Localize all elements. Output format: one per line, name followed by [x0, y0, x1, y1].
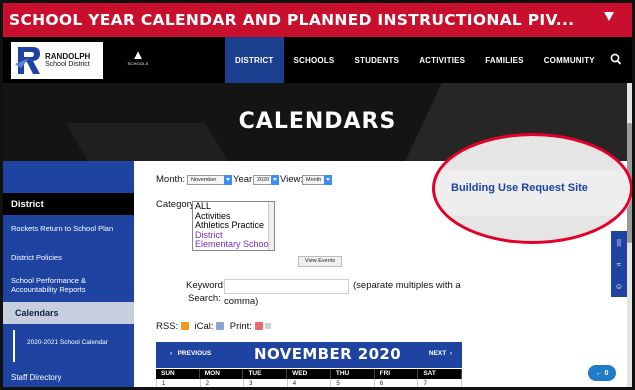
- calendar-prev-button[interactable]: ‹ PREVIOUS: [170, 350, 211, 357]
- calendar-day-cell[interactable]: 3: [244, 379, 288, 387]
- page-title: CALENDARS: [238, 109, 397, 134]
- highlight-circle: [432, 133, 632, 244]
- weekday-header: WED: [287, 369, 331, 379]
- year-select-value: 2020: [257, 177, 270, 183]
- nav-district[interactable]: DISTRICT: [225, 37, 284, 83]
- translate-widget-button[interactable]: ← 0: [588, 365, 616, 381]
- sidebar-subitem-school-calendar[interactable]: 2020-2021 School Calendar: [13, 330, 134, 362]
- side-tab-people-icon[interactable]: ☺: [611, 275, 627, 297]
- keyword-label: Keyword: [186, 280, 223, 291]
- nav-community[interactable]: COMMUNITY: [534, 37, 605, 83]
- calendar-day-cell[interactable]: 1: [157, 379, 201, 387]
- chevron-down-icon[interactable]: [604, 12, 614, 21]
- calendar-icon[interactable]: [216, 322, 225, 331]
- side-tab-news-icon[interactable]: ≈: [611, 253, 627, 275]
- schools-menu-label: SCHOOLS: [127, 61, 149, 66]
- month-select[interactable]: November: [187, 175, 232, 185]
- calendar-day-cell[interactable]: 2: [201, 379, 245, 387]
- print-icon[interactable]: [254, 322, 263, 331]
- category-listbox[interactable]: ALL Activities Athletics Practice Distri…: [192, 201, 275, 251]
- rss-icon[interactable]: [180, 322, 189, 331]
- rocket-r-logo-icon: [15, 44, 41, 77]
- calendar-day-cell[interactable]: 5: [331, 379, 375, 387]
- view-select-value: Month: [306, 177, 322, 183]
- month-select-value: November: [191, 177, 217, 183]
- dropdown-arrow-icon: [224, 175, 232, 185]
- weekday-header: SUN: [156, 369, 200, 379]
- sidebar-item-calendars[interactable]: Calendars: [3, 302, 134, 324]
- calendar-month-title: NOVEMBER 2020: [254, 345, 402, 363]
- dropdown-arrow-icon: [271, 175, 279, 185]
- category-option[interactable]: Elementary School: [195, 239, 274, 250]
- sidebar-item-rockets-return[interactable]: Rockets Return to School Plan: [11, 224, 131, 233]
- year-select[interactable]: 2020: [253, 175, 279, 185]
- search-label: Search:: [188, 293, 221, 304]
- main-nav: DISTRICT SCHOOLS STUDENTS ACTIVITIES FAM…: [225, 37, 605, 83]
- sidebar-subitem-label: 2020-2021 School Calendar: [27, 339, 108, 346]
- calendar-day-cell[interactable]: 7: [418, 379, 463, 387]
- month-label: Month:: [156, 174, 186, 185]
- side-tab-chart-icon[interactable]: ||: [611, 231, 627, 253]
- feeds-row: RSS: iCal: Print:: [156, 321, 272, 332]
- nav-families[interactable]: FAMILIES: [475, 37, 534, 83]
- listbox-scrollbar[interactable]: [268, 202, 274, 250]
- district-logo[interactable]: RANDOLPH School District: [11, 42, 103, 79]
- calendar-next-label: NEXT: [428, 350, 447, 357]
- calendar-next-button[interactable]: NEXT ›: [429, 350, 452, 357]
- sidebar-item-staff-directory[interactable]: Staff Directory: [11, 373, 131, 382]
- school-building-icon: ▲: [131, 47, 145, 62]
- view-events-button[interactable]: View Events: [298, 256, 342, 267]
- keyword-hint-continued: comma): [224, 296, 259, 307]
- nav-schools[interactable]: SCHOOLS: [284, 37, 345, 83]
- calendar-day-cell[interactable]: 6: [375, 379, 419, 387]
- view-select[interactable]: Month: [302, 175, 332, 185]
- weekday-header: TUE: [243, 369, 288, 379]
- category-label: Category:: [156, 199, 198, 210]
- site-header: RANDOLPH School District ▲ SCHOOLS DISTR…: [3, 37, 632, 83]
- weekday-header: SAT: [418, 369, 463, 379]
- logo-subtitle: School District: [45, 61, 90, 68]
- nav-activities[interactable]: ACTIVITIES: [409, 37, 475, 83]
- search-icon[interactable]: [610, 53, 622, 67]
- nav-students[interactable]: STUDENTS: [344, 37, 409, 83]
- sidebar-item-performance-reports[interactable]: School Performance & Accountability Repo…: [11, 276, 131, 294]
- announcement-text[interactable]: SCHOOL YEAR CALENDAR AND PLANNED INSTRUC…: [3, 11, 574, 29]
- logo-name: RANDOLPH: [45, 52, 91, 61]
- view-label: View:: [280, 174, 304, 185]
- calendar-day-cell[interactable]: 4: [288, 379, 332, 387]
- calendar-prev-label: PREVIOUS: [177, 350, 212, 357]
- sidebar-heading[interactable]: District: [3, 193, 134, 215]
- rss-label: RSS:: [156, 321, 179, 332]
- year-label: Year:: [233, 174, 255, 185]
- weekday-header: MON: [200, 369, 244, 379]
- translate-widget-count: 0: [604, 369, 609, 377]
- keyword-input[interactable]: [224, 279, 349, 294]
- schools-menu[interactable]: ▲ SCHOOLS: [127, 48, 149, 66]
- browser-viewport: SCHOOL YEAR CALENDAR AND PLANNED INSTRUC…: [3, 3, 632, 387]
- keyword-hint: (separate multiples with a: [353, 280, 461, 291]
- sidebar-item-district-policies[interactable]: District Policies: [11, 253, 131, 262]
- calendar-week-row: 1 2 3 4 5 6 7: [156, 379, 463, 387]
- print-options-icon[interactable]: [265, 323, 272, 330]
- print-label: Print:: [229, 321, 252, 332]
- announcement-bar[interactable]: SCHOOL YEAR CALENDAR AND PLANNED INSTRUC…: [3, 3, 632, 37]
- weekday-header: THU: [331, 369, 375, 379]
- calendar-header: ‹ PREVIOUS NOVEMBER 2020 NEXT ›: [156, 342, 462, 368]
- ical-label: iCal:: [194, 321, 214, 332]
- weekday-header: FRI: [375, 369, 419, 379]
- dropdown-arrow-icon: [324, 175, 332, 185]
- calendar-weekday-row: SUN MON TUE WED THU FRI SAT: [156, 369, 463, 379]
